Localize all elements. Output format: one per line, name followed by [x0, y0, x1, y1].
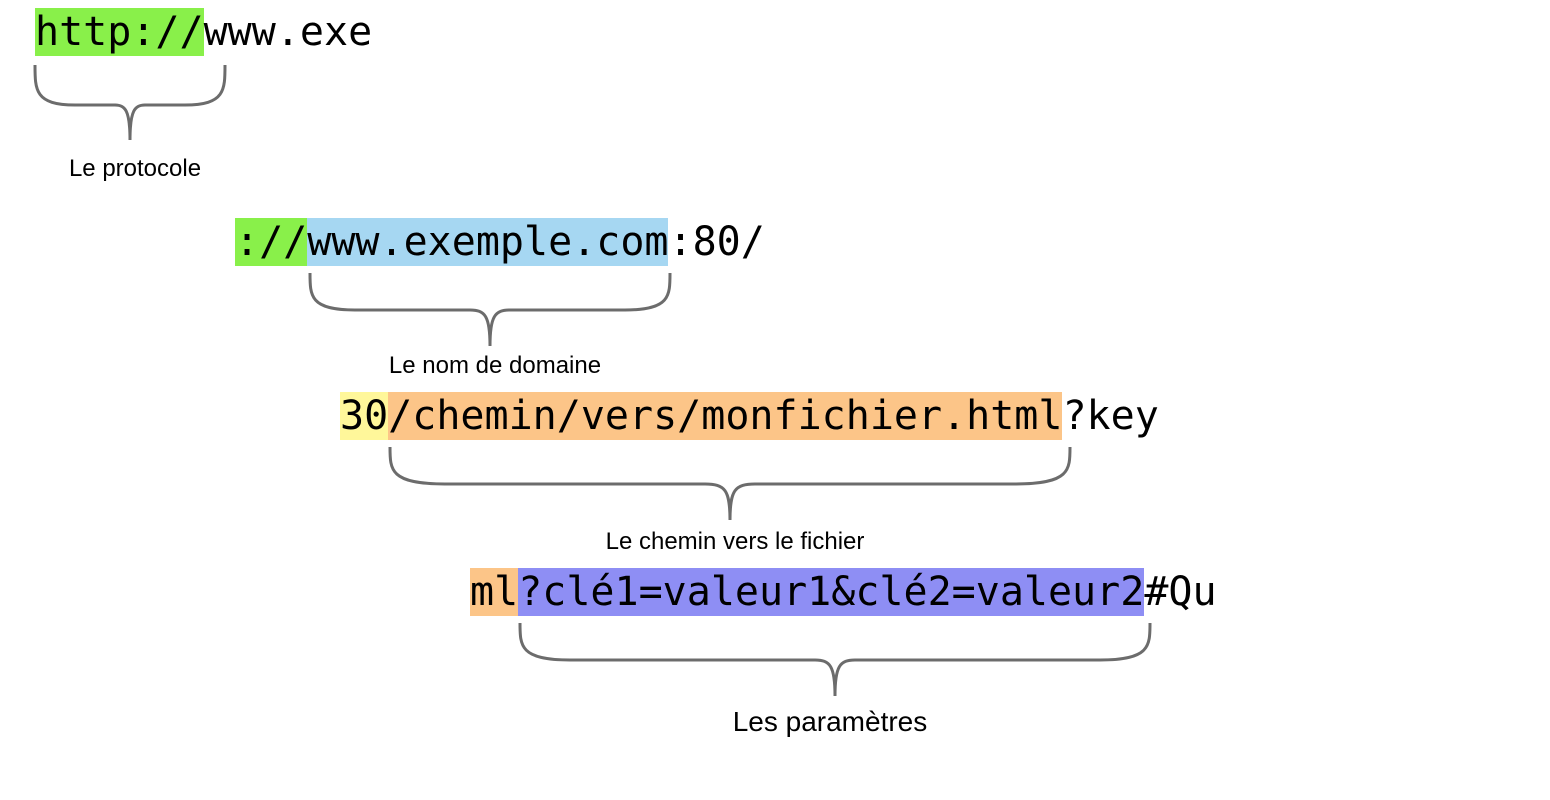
- row-protocol: http://www.exe: [35, 8, 372, 56]
- segment-before-params: ml: [470, 568, 518, 616]
- segment-params: ?clé1=valeur1&clé2=valeur2: [518, 568, 1144, 616]
- caption-params: Les paramètres: [700, 706, 960, 738]
- row-path: 30/chemin/vers/monfichier.html?key: [340, 392, 1159, 440]
- brace-path: [385, 442, 1075, 527]
- segment-before-path: 30: [340, 392, 388, 440]
- row-params: ml?clé1=valeur1&clé2=valeur2#Qu: [470, 568, 1217, 616]
- segment-domain: www.exemple.com: [307, 218, 668, 266]
- brace-params: [515, 618, 1155, 703]
- segment-after-protocol: www.exe: [204, 8, 373, 56]
- url-anatomy-diagram: http://www.exe Le protocole ://www.exemp…: [0, 0, 1550, 800]
- caption-path: Le chemin vers le fichier: [575, 528, 895, 556]
- caption-domain: Le nom de domaine: [365, 352, 625, 380]
- segment-port: :80/: [668, 218, 764, 266]
- segment-before-domain: ://: [235, 218, 307, 266]
- caption-protocol: Le protocole: [60, 155, 210, 183]
- segment-after-path: ?key: [1062, 392, 1158, 440]
- brace-domain: [305, 268, 675, 353]
- segment-protocol: http://: [35, 8, 204, 56]
- brace-protocol: [30, 60, 230, 150]
- segment-anchor: #Qu: [1144, 568, 1216, 616]
- segment-path: /chemin/vers/monfichier.html: [388, 392, 1062, 440]
- row-domain: ://www.exemple.com:80/: [235, 218, 765, 266]
